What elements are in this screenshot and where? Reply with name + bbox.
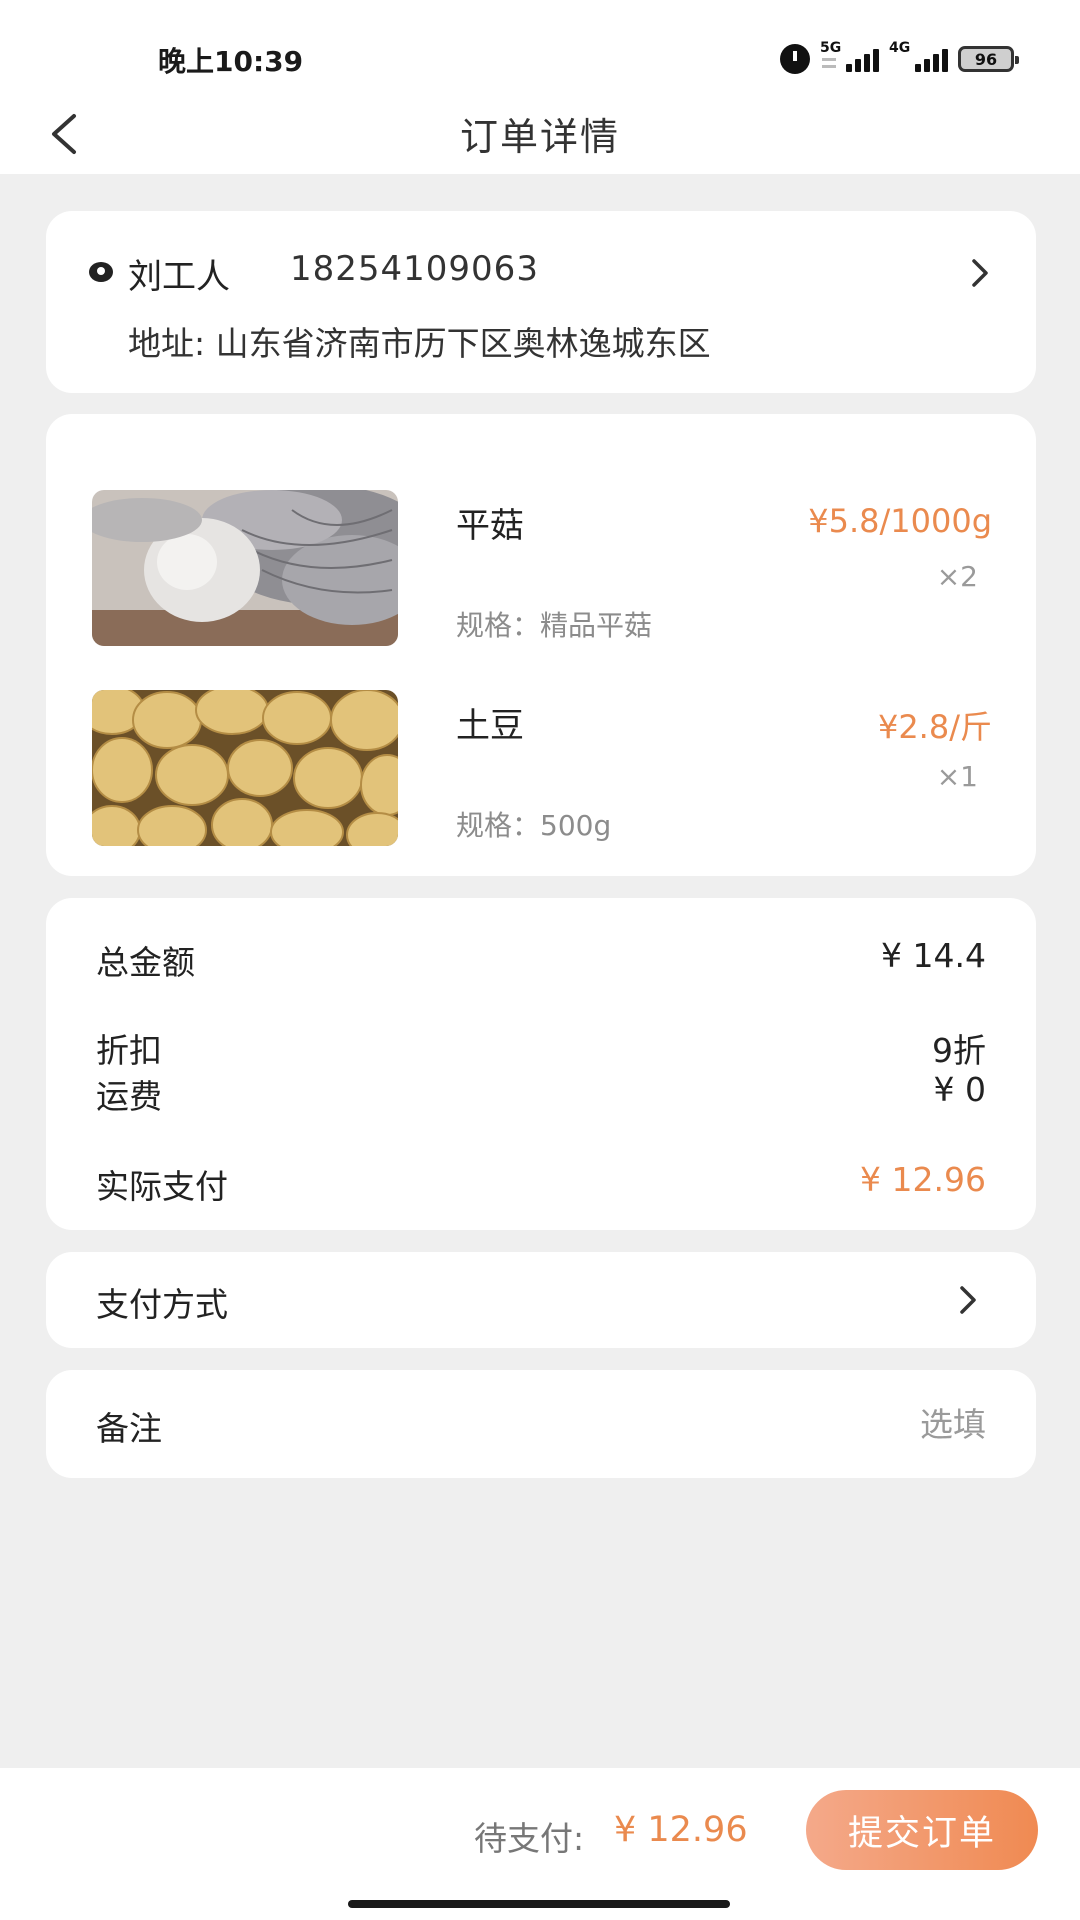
delivery-address: 地址: 山东省济南市历下区奥林逸城东区 (128, 324, 711, 363)
alarm-icon (780, 44, 810, 74)
actual-payment-value: ¥ 12.96 (860, 1160, 986, 1199)
discount-value: 9折 (932, 1031, 986, 1070)
payment-method-row[interactable]: 支付方式 (46, 1252, 1036, 1348)
pending-payment-label: 待支付: (474, 1819, 585, 1858)
battery-icon: 96 (958, 46, 1019, 72)
product-quantity: ×1 (936, 760, 978, 793)
network-5g-label: 5G (820, 40, 842, 56)
address-card[interactable]: 刘工人 18254109063 地址: 山东省济南市历下区奥林逸城东区 (46, 211, 1036, 393)
location-pin-icon (89, 262, 113, 282)
page-title: 订单详情 (459, 115, 620, 159)
products-card: 平菇 ¥5.8/1000g ×2 规格：精品平菇 土豆 ¥2.8/斤 ×1 规格… (46, 414, 1036, 876)
product-price: ¥5.8/1000g (808, 502, 992, 540)
bottom-bar: 待支付: ¥ 12.96 提交订单 (0, 1768, 1080, 1920)
product-item[interactable]: 土豆 ¥2.8/斤 ×1 规格：500g (92, 690, 992, 850)
home-indicator[interactable] (348, 1900, 730, 1908)
recipient-name: 刘工人 (128, 257, 230, 297)
status-icons: 5G 4G 96 (780, 40, 1019, 76)
chevron-right-icon (960, 1286, 976, 1314)
recipient-phone: 18254109063 (290, 249, 539, 289)
product-spec: 规格：精品平菇 (456, 609, 653, 642)
total-amount-value: ¥ 14.4 (881, 936, 986, 975)
discount-label: 折扣 (96, 1031, 162, 1070)
note-label: 备注 (96, 1409, 162, 1448)
pending-payment-amount: ¥ 12.96 (614, 1810, 748, 1850)
totals-card: 总金额 ¥ 14.4 折扣 9折 运费 ¥ 0 实际支付 ¥ 12.96 (46, 898, 1036, 1230)
submit-order-button[interactable]: 提交订单 (806, 1790, 1038, 1870)
product-quantity: ×2 (936, 560, 978, 593)
product-item[interactable]: 平菇 ¥5.8/1000g ×2 规格：精品平菇 (92, 490, 992, 650)
oyster-mushroom-image (92, 490, 398, 646)
product-spec: 规格：500g (456, 809, 612, 842)
product-name: 土豆 (456, 706, 524, 746)
product-price: ¥2.8/斤 (877, 708, 992, 746)
total-amount-label: 总金额 (96, 943, 195, 982)
potato-image (92, 690, 398, 846)
actual-payment-label: 实际支付 (96, 1167, 228, 1206)
shipping-value: ¥ 0 (933, 1070, 986, 1109)
network-4g-label: 4G (889, 40, 911, 56)
note-row: 备注 (46, 1370, 1036, 1478)
note-input[interactable] (586, 1394, 986, 1454)
status-time: 晚上10:39 (158, 45, 304, 78)
status-bar: 晚上10:39 5G 4G 96 (0, 0, 1080, 100)
signal-5g-icon: 5G (820, 40, 879, 72)
shipping-label: 运费 (96, 1077, 162, 1116)
nav-bar: 订单详情 (0, 100, 1080, 174)
product-name: 平菇 (456, 506, 524, 546)
signal-4g-icon: 4G (889, 40, 948, 72)
chevron-right-icon (972, 259, 988, 287)
payment-method-label: 支付方式 (96, 1285, 228, 1324)
